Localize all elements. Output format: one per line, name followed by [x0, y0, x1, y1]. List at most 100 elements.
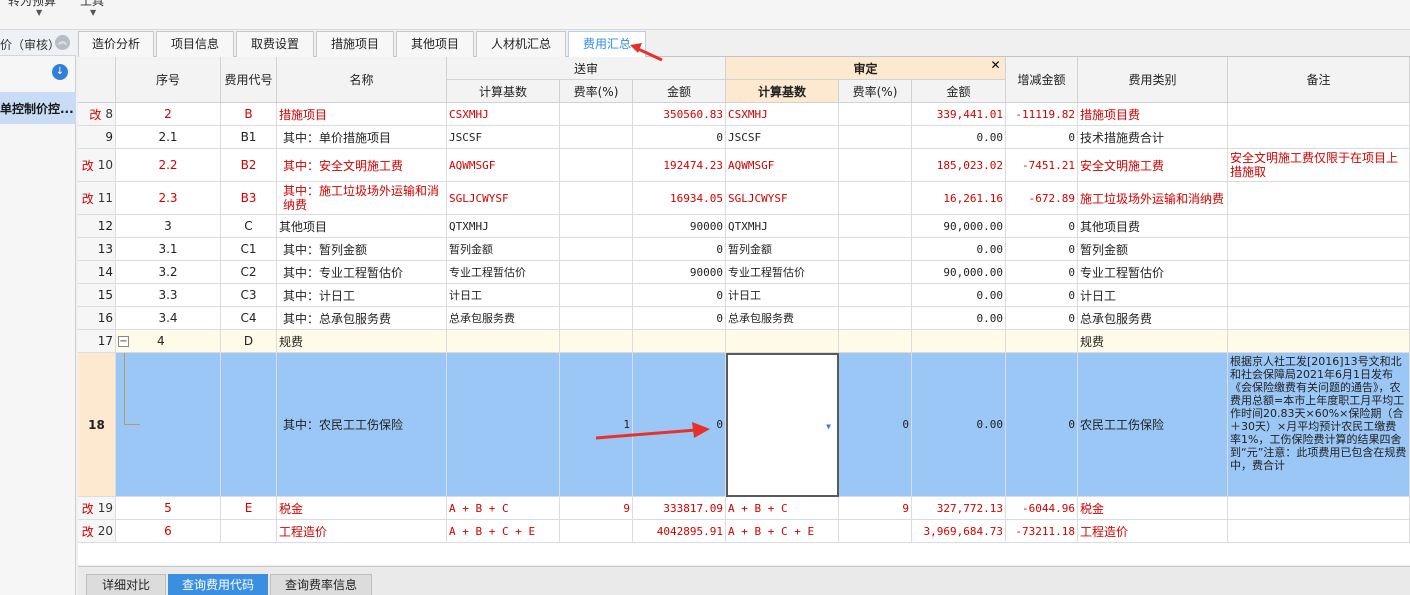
name-cell[interactable]: 其他项目 — [277, 215, 447, 238]
s-amount-cell[interactable]: 0 — [633, 126, 726, 149]
s-base-cell[interactable]: CSXMHJ — [447, 103, 560, 126]
row-number-cell[interactable]: 15 — [78, 284, 116, 307]
remark-cell[interactable] — [1228, 182, 1410, 215]
seq-cell[interactable]: −4 — [116, 330, 221, 353]
d-amount-cell[interactable]: 3,969,684.73 — [912, 520, 1006, 543]
diff-cell[interactable]: -672.89 — [1006, 182, 1078, 215]
d-amount-cell[interactable]: 327,772.13 — [912, 497, 1006, 520]
collapse-up-icon[interactable]: ︽ — [55, 35, 70, 50]
name-cell[interactable]: 措施项目 — [277, 103, 447, 126]
seq-cell[interactable]: 2.3 — [116, 182, 221, 215]
remark-cell[interactable] — [1228, 126, 1410, 149]
code-cell[interactable] — [221, 353, 277, 497]
seq-cell[interactable]: 3.2 — [116, 261, 221, 284]
category-cell[interactable]: 专业工程暂估价 — [1078, 261, 1228, 284]
s-rate-cell[interactable] — [560, 238, 633, 261]
category-cell[interactable]: 总承包服务费 — [1078, 307, 1228, 330]
s-base-cell[interactable]: QTXMHJ — [447, 215, 560, 238]
d-rate-cell[interactable] — [839, 284, 912, 307]
diff-header[interactable]: 增减金额 — [1006, 57, 1078, 103]
d-base-cell[interactable]: QTXMHJ — [726, 215, 839, 238]
d-rate-cell[interactable] — [839, 103, 912, 126]
diff-cell[interactable]: -6044.96 — [1006, 497, 1078, 520]
diff-cell[interactable] — [1006, 330, 1078, 353]
table-row[interactable]: 改 10 2.2 B2 其中：安全文明施工费 AQWMSGF 192474.23 AQWMSG… — [78, 149, 1410, 182]
d-base-cell[interactable]: SGLJCWYSF — [726, 182, 839, 215]
diff-cell[interactable]: -11119.82 — [1006, 103, 1078, 126]
d-rate-cell[interactable] — [839, 307, 912, 330]
table-row[interactable]: 13 3.1 C1 其中：暂列金额 暂列金额 0 暂列金额 0.00 0 暂列金额 — [78, 238, 1410, 261]
tab-material-summary[interactable]: 人材机汇总 — [476, 31, 566, 57]
diff-cell[interactable]: -7451.21 — [1006, 149, 1078, 182]
tools-button[interactable]: 工具 ▼ — [80, 0, 110, 20]
category-cell[interactable]: 施工垃圾场外运输和消纳费 — [1078, 182, 1228, 215]
d-amount-cell[interactable]: 0.00 — [912, 307, 1006, 330]
name-cell[interactable]: 税金 — [277, 497, 447, 520]
s-amount-cell[interactable]: 350560.83 — [633, 103, 726, 126]
tab-query-fee-code[interactable]: 查询费用代码 — [168, 574, 268, 595]
code-cell[interactable]: B — [221, 103, 277, 126]
row-number-cell[interactable]: 改 11 — [78, 182, 116, 215]
d-rate-cell[interactable]: 9 — [839, 497, 912, 520]
s-amount-cell[interactable]: 0 — [633, 238, 726, 261]
s-base-cell[interactable]: 暂列金额 — [447, 238, 560, 261]
seq-cell[interactable]: 2.2 — [116, 149, 221, 182]
category-cell[interactable]: 计日工 — [1078, 284, 1228, 307]
d-rate-cell[interactable] — [839, 215, 912, 238]
tab-other-items[interactable]: 其他项目 — [396, 31, 474, 57]
diff-cell[interactable]: 0 — [1006, 261, 1078, 284]
d-amount-cell[interactable]: 16,261.16 — [912, 182, 1006, 215]
remark-cell[interactable] — [1228, 284, 1410, 307]
tab-measures[interactable]: 措施项目 — [316, 31, 394, 57]
s-amount-cell[interactable]: 4042895.91 — [633, 520, 726, 543]
code-cell[interactable]: C1 — [221, 238, 277, 261]
table-row[interactable]: 12 3 C 其他项目 QTXMHJ 90000 QTXMHJ 90,000.00 0 其他项目费 — [78, 215, 1410, 238]
d-rate-cell[interactable]: 0 — [839, 353, 912, 497]
remark-cell[interactable]: 安全文明施工费仅限于在项目上措施取 — [1228, 149, 1410, 182]
remark-cell[interactable] — [1228, 215, 1410, 238]
row-number-cell[interactable]: 13 — [78, 238, 116, 261]
seq-cell[interactable]: 3 — [116, 215, 221, 238]
diff-cell[interactable]: 0 — [1006, 284, 1078, 307]
d-rate-cell[interactable] — [839, 261, 912, 284]
category-cell[interactable]: 技术措施费合计 — [1078, 126, 1228, 149]
code-cell[interactable]: D — [221, 330, 277, 353]
d-rate-cell[interactable] — [839, 149, 912, 182]
d-base-cell[interactable]: CSXMHJ — [726, 103, 839, 126]
d-base-cell[interactable]: A + B + C — [726, 497, 839, 520]
remark-cell[interactable]: 根据京人社工发[2016]13号文和北和社会保障局2021年6月1日发布《会保险… — [1228, 353, 1410, 497]
s-base-cell[interactable]: JSCSF — [447, 126, 560, 149]
diff-cell[interactable]: 0 — [1006, 353, 1078, 497]
d-base-cell[interactable]: JSCSF — [726, 126, 839, 149]
code-cell[interactable]: C4 — [221, 307, 277, 330]
category-cell[interactable]: 其他项目费 — [1078, 215, 1228, 238]
name-cell[interactable]: 其中：专业工程暂估价 — [277, 261, 447, 284]
d-amount-header[interactable]: 金额 — [912, 80, 1006, 103]
seq-cell[interactable] — [116, 353, 221, 497]
diff-cell[interactable]: 0 — [1006, 126, 1078, 149]
s-rate-cell[interactable] — [560, 149, 633, 182]
table-row[interactable]: 17−4 D 规费 规费 — [78, 330, 1410, 353]
s-amount-cell[interactable] — [633, 330, 726, 353]
d-amount-cell[interactable]: 0.00 — [912, 126, 1006, 149]
row-number-cell[interactable]: 18 — [78, 353, 116, 497]
tab-query-rate-info[interactable]: 查询费率信息 — [270, 574, 372, 595]
code-cell[interactable]: C — [221, 215, 277, 238]
s-amount-header[interactable]: 金额 — [633, 80, 726, 103]
d-amount-cell[interactable]: 0.00 — [912, 238, 1006, 261]
d-base-cell[interactable]: ▼ — [726, 353, 839, 497]
code-cell[interactable] — [221, 520, 277, 543]
code-cell[interactable]: B2 — [221, 149, 277, 182]
remark-cell[interactable] — [1228, 307, 1410, 330]
tab-fee-settings[interactable]: 取费设置 — [236, 31, 314, 57]
s-rate-cell[interactable] — [560, 182, 633, 215]
remark-header[interactable]: 备注 — [1228, 57, 1410, 103]
row-number-cell[interactable]: 9 — [78, 126, 116, 149]
d-amount-cell[interactable]: 90,000.00 — [912, 261, 1006, 284]
s-rate-cell[interactable]: 9 — [560, 497, 633, 520]
d-base-cell[interactable] — [726, 330, 839, 353]
seq-cell[interactable]: 5 — [116, 497, 221, 520]
collapse-icon[interactable]: − — [118, 335, 129, 347]
d-amount-cell[interactable] — [912, 330, 1006, 353]
table-row[interactable]: 9 2.1 B1 其中：单价措施项目 JSCSF 0 JSCSF 0.00 0 技术措施费合计 — [78, 126, 1410, 149]
